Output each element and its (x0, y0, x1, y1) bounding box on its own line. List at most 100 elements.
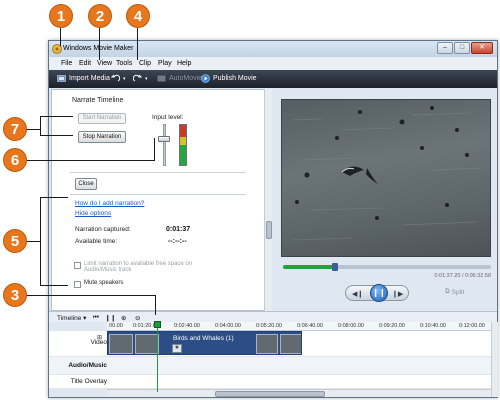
menu-view[interactable]: View (97, 60, 112, 67)
callout-1-leader (60, 28, 61, 46)
timeline-scroll-thumb[interactable] (215, 391, 325, 397)
split-button[interactable]: ⧉ Split (445, 288, 464, 296)
callout-7-leader-v (40, 116, 41, 136)
undo-button[interactable]: ▾ (111, 74, 126, 83)
redo-button[interactable]: ▾ (133, 74, 148, 83)
seek-progress (283, 265, 335, 269)
title-overlay-track: Title Overlay (49, 375, 491, 389)
tick-label: 0:04:00.00 (215, 323, 241, 329)
tick-label: 0:10:40.00 (420, 323, 446, 329)
tick-label: 0:09:20.00 (379, 323, 405, 329)
timeline-vertical-scrollbar[interactable] (491, 322, 498, 397)
tick-label: 0:05:20.00 (256, 323, 282, 329)
timeline-label: Timeline (57, 315, 82, 322)
callout-5-leader-v (40, 197, 41, 285)
menu-file[interactable]: File (61, 60, 72, 67)
redo-dropdown-icon: ▾ (145, 75, 148, 82)
narrate-pane-scrollbar[interactable] (264, 89, 272, 311)
pane-title: Narrate Timeline (72, 97, 124, 104)
narrate-scroll-thumb[interactable] (266, 221, 272, 239)
time-readout: 0:01:37.20 / 0:06:32.58 (434, 273, 491, 279)
clip-title: Birds and Whales (1) (173, 335, 234, 342)
timeline-dropdown[interactable]: Timeline ▾ (57, 314, 86, 322)
main-toolbar: Import Media ▾ ▾ AutoMovie Publish Movie (49, 70, 497, 88)
minimize-button[interactable]: – (437, 42, 453, 54)
start-narration-button[interactable]: Start Narration (78, 113, 126, 124)
menu-play[interactable]: Play (158, 60, 172, 67)
automovie-button[interactable]: AutoMovie (157, 74, 202, 83)
play-timeline-icon[interactable]: ❙❙ (105, 314, 116, 322)
zoom-in-icon[interactable]: ⊕ (121, 314, 126, 322)
close-button[interactable]: ✕ (471, 42, 493, 54)
callout-7-leader-bottom (40, 135, 73, 136)
clip-thumbnail (256, 334, 278, 354)
input-level-slider-thumb[interactable] (158, 136, 170, 142)
automovie-icon (157, 75, 166, 82)
zoom-out-icon[interactable]: ⊖ (135, 314, 140, 322)
publish-movie-button[interactable]: Publish Movie (201, 74, 257, 83)
callout-7: 7 (3, 117, 27, 141)
previous-frame-icon[interactable]: ◀❙ (352, 290, 363, 298)
mute-speakers-checkbox[interactable] (74, 281, 81, 288)
seek-thumb[interactable] (332, 263, 338, 271)
import-media-button[interactable]: Import Media (57, 74, 110, 83)
pause-button[interactable]: ❙❙ (370, 284, 388, 302)
tick-label: 00.00 (109, 323, 123, 329)
playback-controls: ◀❙ ❙❙ ❙▶ (345, 284, 409, 302)
timeline-ruler[interactable]: 00.00 0:01:20.00 0:02:40.00 0:04:00.00 0… (107, 322, 491, 331)
maximize-button[interactable]: □ (454, 42, 470, 54)
playhead-handle[interactable] (154, 321, 161, 328)
callout-4: 4 (126, 4, 150, 28)
callout-4-leader (137, 28, 138, 60)
limit-narration-checkbox[interactable] (74, 262, 81, 269)
stop-narration-button[interactable]: Stop Narration (78, 131, 126, 143)
tick-label: 0:12:00.00 (459, 323, 485, 329)
pane-divider-1 (70, 172, 246, 173)
title-bar[interactable]: Windows Movie Maker – □ ✕ (49, 41, 497, 57)
clip-effect-icon: ★ (172, 344, 182, 353)
captured-label: Narration captured: (75, 226, 131, 233)
video-clip[interactable]: Birds and Whales (1) ★ (107, 331, 302, 355)
callout-7-leader-h (27, 129, 41, 130)
callout-5-leader-top (40, 197, 68, 198)
help-narration-link[interactable]: How do I add narration? (75, 200, 144, 207)
pane-divider-2 (70, 194, 246, 195)
callout-5-leader-bottom (40, 285, 68, 286)
timeline-playhead[interactable] (157, 322, 158, 392)
video-track: Video ⊞ Birds and Whales (1) ★ (49, 331, 491, 357)
meter-red (180, 125, 186, 137)
hide-options-link[interactable]: Hide options (75, 210, 111, 217)
publish-icon (201, 74, 210, 83)
callout-3: 3 (3, 283, 27, 307)
callout-6-leader-v (154, 138, 155, 161)
split-label: Split (451, 288, 465, 296)
callout-1: 1 (49, 4, 73, 28)
timeline-horizontal-scrollbar[interactable] (107, 389, 491, 397)
rewind-icon[interactable]: ⏮ (93, 314, 99, 322)
seek-bar[interactable] (283, 263, 491, 271)
menu-help[interactable]: Help (177, 60, 191, 67)
title-overlay-label: Title Overlay (70, 378, 107, 385)
tick-label: 0:02:40.00 (174, 323, 200, 329)
import-icon (57, 75, 66, 82)
automovie-label: AutoMovie (169, 75, 203, 82)
close-narration-button[interactable]: Close (75, 178, 97, 190)
video-preview (281, 99, 491, 257)
window-controls: – □ ✕ (437, 42, 493, 54)
next-frame-icon[interactable]: ❙▶ (392, 290, 403, 298)
menu-tools[interactable]: Tools (116, 60, 132, 67)
callout-6: 6 (3, 148, 27, 172)
callout-5-leader-h (27, 241, 41, 242)
menu-edit[interactable]: Edit (79, 60, 91, 67)
available-label: Available time: (75, 238, 118, 245)
undo-dropdown-icon: ▾ (123, 75, 126, 82)
clip-thumbnail (135, 334, 159, 354)
tick-label: 0:06:40.00 (297, 323, 323, 329)
callout-2-leader (99, 28, 100, 60)
menu-clip[interactable]: Clip (139, 60, 151, 67)
mute-speakers-option[interactable]: Mute speakers (74, 280, 123, 288)
limit-narration-option[interactable]: Limit narration to available free space … (74, 261, 224, 273)
callout-3-leader (27, 295, 155, 296)
input-level-slider-track[interactable] (163, 124, 166, 166)
expand-video-track-icon[interactable]: ⊞ (97, 334, 102, 341)
